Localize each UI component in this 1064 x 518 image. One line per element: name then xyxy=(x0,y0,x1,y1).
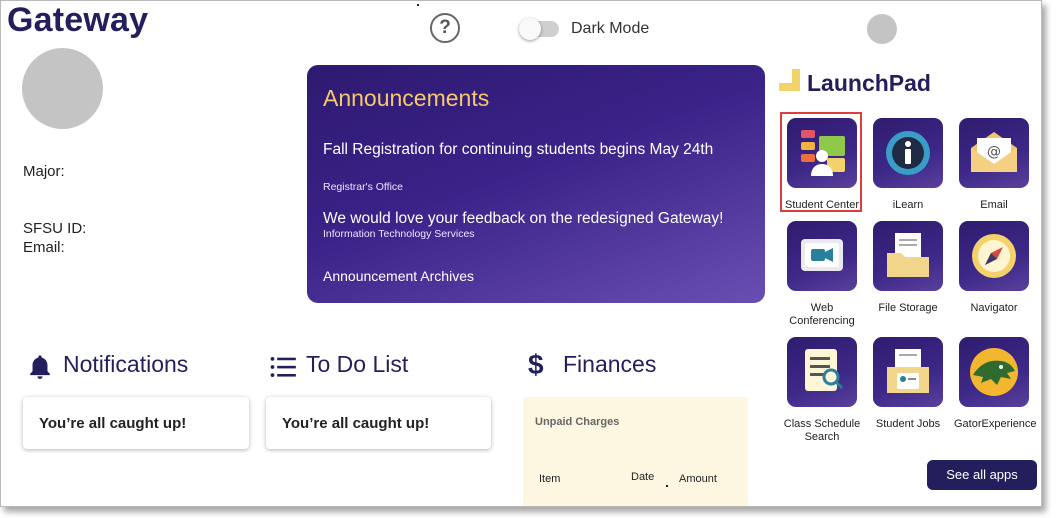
announcements-panel: Announcements Fall Registration for cont… xyxy=(307,65,765,303)
gateway-window: Gateway ? Dark Mode Major: SFSU ID: Emai… xyxy=(0,0,1042,507)
compass-icon xyxy=(959,221,1029,291)
announcement-source-2: Information Technology Services xyxy=(323,228,475,240)
app-gatorexperience[interactable]: GatorExperience xyxy=(954,337,1037,431)
divider-dot xyxy=(417,4,419,6)
ilearn-icon xyxy=(873,118,943,188)
student-center-highlight xyxy=(780,112,862,212)
app-file-storage[interactable]: File Storage xyxy=(868,221,948,315)
help-icon[interactable]: ? xyxy=(430,13,460,43)
profile-avatar xyxy=(22,48,103,129)
page-title: Gateway xyxy=(7,1,149,39)
notifications-title: Notifications xyxy=(63,351,189,377)
app-label: Email xyxy=(980,199,1008,211)
bell-icon xyxy=(30,355,50,379)
notifications-card: You’re all caught up! xyxy=(23,397,249,449)
announcement-item-1[interactable]: Fall Registration for continuing student… xyxy=(323,138,723,162)
app-class-schedule-search[interactable]: Class Schedule Search xyxy=(782,337,862,444)
list-icon xyxy=(270,356,296,378)
sfsu-id-label: SFSU ID: xyxy=(23,220,87,237)
app-ilearn[interactable]: iLearn xyxy=(868,118,948,212)
todo-title: To Do List xyxy=(306,351,409,377)
unpaid-charges-card: Unpaid Charges Item Date Amount xyxy=(523,397,748,506)
announcements-title: Announcements xyxy=(323,85,490,111)
app-navigator[interactable]: Navigator xyxy=(954,221,1034,315)
todo-message: You’re all caught up! xyxy=(282,415,430,432)
email-label: Email: xyxy=(23,239,65,256)
app-label: iLearn xyxy=(892,199,924,211)
student-jobs-icon xyxy=(873,337,943,407)
major-label: Major: xyxy=(23,163,65,180)
todo-card: You’re all caught up! xyxy=(266,397,491,449)
app-label: File Storage xyxy=(878,302,938,314)
app-label: Navigator xyxy=(970,302,1018,314)
dark-mode-toggle[interactable] xyxy=(519,18,559,40)
announcement-source-1: Registrar's Office xyxy=(323,181,404,193)
announcement-archives-link[interactable]: Announcement Archives xyxy=(323,268,474,284)
toggle-knob xyxy=(519,18,541,40)
dark-mode-label: Dark Mode xyxy=(571,20,650,37)
divider-dot xyxy=(666,485,668,487)
column-header-item: Item xyxy=(539,473,561,485)
app-label: Class Schedule Search xyxy=(783,418,861,443)
app-email[interactable]: @ Email xyxy=(954,118,1034,212)
announcement-item-2[interactable]: We would love your feedback on the redes… xyxy=(323,210,723,228)
app-label: GatorExperience xyxy=(954,418,1037,430)
notifications-message: You’re all caught up! xyxy=(39,415,187,432)
see-all-apps-button[interactable]: See all apps xyxy=(927,460,1037,490)
user-avatar[interactable] xyxy=(867,14,897,44)
email-icon: @ xyxy=(959,118,1029,188)
unpaid-charges-label: Unpaid Charges xyxy=(535,416,620,428)
video-camera-icon xyxy=(787,221,857,291)
schedule-search-icon xyxy=(787,337,857,407)
app-label: Student Jobs xyxy=(875,418,941,430)
finances-title: Finances xyxy=(563,351,657,377)
app-student-jobs[interactable]: Student Jobs xyxy=(868,337,948,431)
gator-icon xyxy=(959,337,1029,407)
app-label: Web Conferencing xyxy=(789,302,855,327)
dollar-icon: $ xyxy=(528,349,544,380)
column-header-date: Date xyxy=(631,471,655,483)
folder-icon xyxy=(873,221,943,291)
app-web-conferencing[interactable]: Web Conferencing xyxy=(782,221,862,328)
launchpad-title: LaunchPad xyxy=(807,70,931,96)
column-header-amount: Amount xyxy=(679,473,717,485)
launchpad-icon xyxy=(779,69,800,91)
svg-text:@: @ xyxy=(987,144,1001,160)
